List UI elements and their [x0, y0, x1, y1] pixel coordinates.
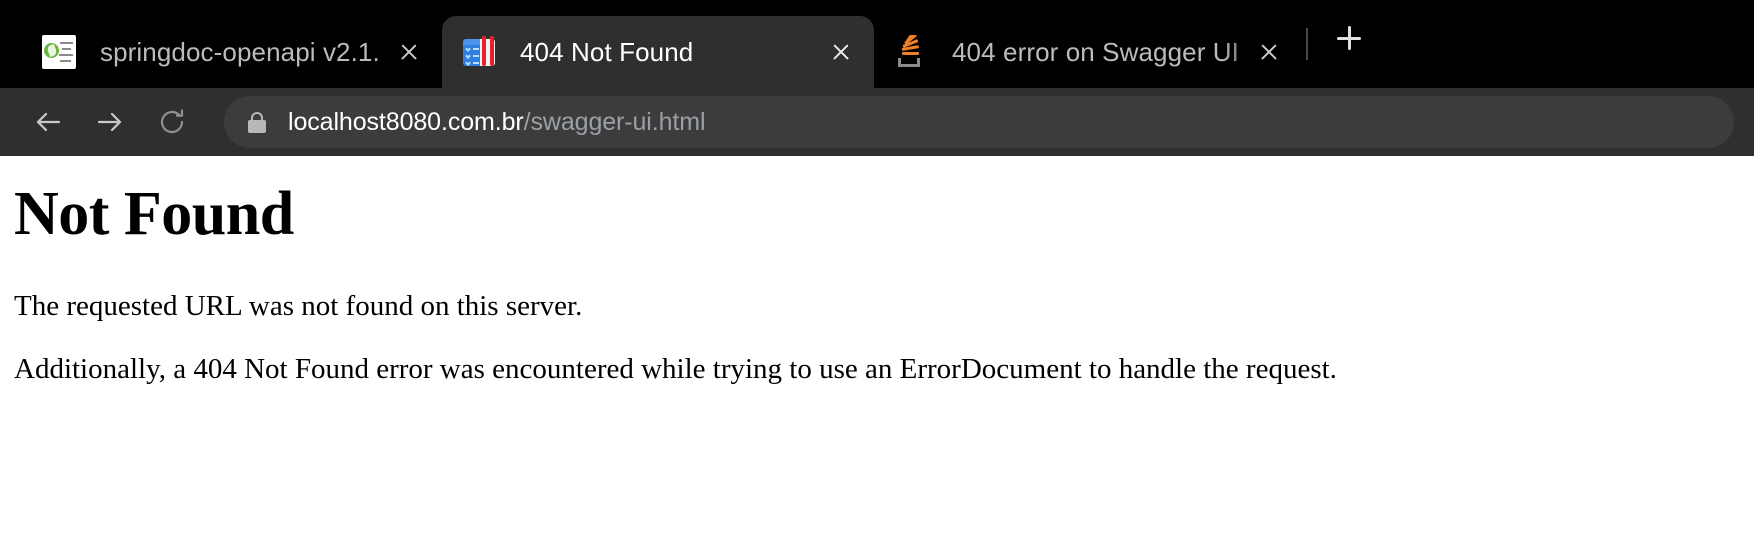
browser-toolbar: localhost8080.com.br/swagger-ui.html	[0, 88, 1754, 156]
tab-close-button[interactable]	[1250, 33, 1288, 71]
tab-swagger-ui-error[interactable]: 404 error on Swagger UI with S	[874, 16, 1294, 88]
tab-title: springdoc-openapi v2.1.0	[100, 36, 380, 67]
tab-strip: springdoc-openapi v2.1.0 404 Not Found 4…	[0, 0, 1754, 88]
forward-button[interactable]	[84, 96, 136, 148]
lock-icon	[246, 109, 268, 135]
page-title: Not Found	[14, 180, 294, 248]
tab-springdoc-openapi[interactable]: springdoc-openapi v2.1.0	[22, 16, 442, 88]
error-message-secondary: Additionally, a 404 Not Found error was …	[14, 352, 1337, 385]
url-host: localhost8080.com.br	[288, 107, 524, 136]
back-button[interactable]	[22, 96, 74, 148]
reload-button[interactable]	[146, 96, 198, 148]
tab-404-not-found[interactable]: 404 Not Found	[442, 16, 874, 88]
tab-divider	[1306, 28, 1308, 60]
url-display: localhost8080.com.br/swagger-ui.html	[288, 107, 706, 137]
tab-title: 404 error on Swagger UI with S	[952, 36, 1240, 67]
new-tab-button[interactable]	[1326, 15, 1372, 61]
tab-close-button[interactable]	[822, 33, 860, 71]
browser-chrome: springdoc-openapi v2.1.0 404 Not Found 4…	[0, 0, 1754, 156]
address-bar[interactable]: localhost8080.com.br/swagger-ui.html	[224, 96, 1734, 148]
url-path: /swagger-ui.html	[523, 107, 706, 136]
browser-window: springdoc-openapi v2.1.0 404 Not Found 4…	[0, 0, 1754, 542]
error-message-primary: The requested URL was not found on this …	[14, 290, 583, 323]
page-content: Not Found The requested URL was not foun…	[0, 156, 1754, 542]
tab-title: 404 Not Found	[520, 36, 694, 67]
stackoverflow-favicon-icon	[894, 35, 928, 69]
tab-close-button[interactable]	[390, 33, 428, 71]
springdoc-favicon-icon	[42, 35, 76, 69]
checklist-favicon-icon	[462, 35, 496, 69]
